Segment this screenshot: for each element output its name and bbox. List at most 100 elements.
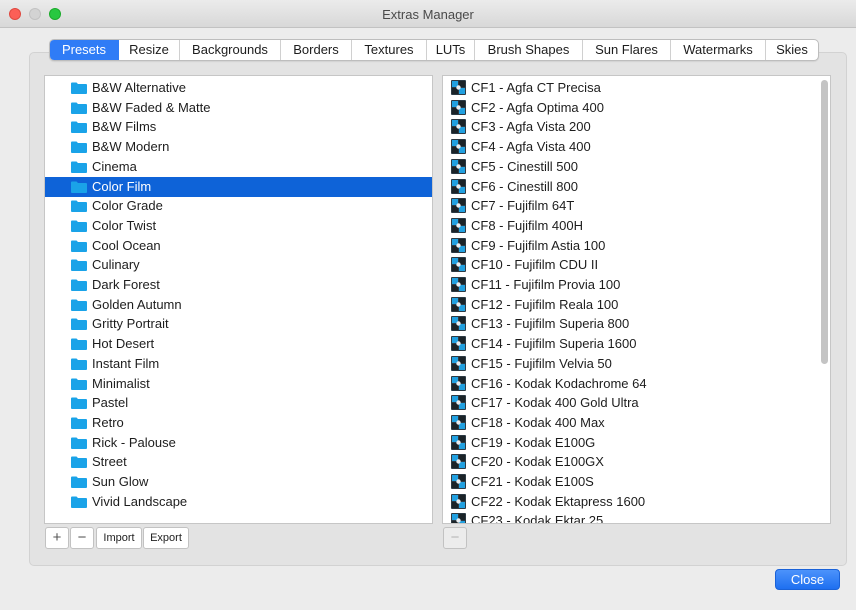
folder-icon [71,220,87,232]
preset-item[interactable]: CF21 - Kodak E100S [443,472,830,492]
folder-icon [71,240,87,252]
add-category-button[interactable]: + [45,527,69,549]
folder-icon [71,456,87,469]
preset-label: CF2 - Agfa Optima 400 [471,99,604,115]
window-title: Extras Manager [382,7,474,22]
preset-item[interactable]: CF2 - Agfa Optima 400 [443,98,830,118]
preset-item[interactable]: CF5 - Cinestill 500 [443,157,830,177]
category-item[interactable]: Golden Autumn [45,295,432,315]
preset-label: CF16 - Kodak Kodachrome 64 [471,375,647,391]
category-item[interactable]: Rick - Palouse [45,433,432,453]
category-item[interactable]: Culinary [45,255,432,275]
category-item[interactable]: Sun Glow [45,472,432,492]
category-item[interactable]: Color Film [45,176,432,197]
preset-item[interactable]: CF15 - Fujifilm Velvia 50 [443,354,830,374]
category-label: Instant Film [92,355,160,371]
import-button[interactable]: Import [96,527,142,549]
preset-item[interactable]: CF12 - Fujifilm Reala 100 [443,295,830,315]
preset-item[interactable]: CF1 - Agfa CT Precisa [443,78,830,98]
preset-item[interactable]: CF9 - Fujifilm Astia 100 [443,236,830,256]
tab-resize[interactable]: Resize [119,40,180,60]
category-item[interactable]: Gritty Portrait [45,314,432,334]
preset-item[interactable]: CF14 - Fujifilm Superia 1600 [443,334,830,354]
category-item[interactable]: Vivid Landscape [45,492,432,512]
preset-label: CF14 - Fujifilm Superia 1600 [471,336,637,352]
preset-list-scrollbar[interactable] [820,80,828,520]
preset-item[interactable]: CF20 - Kodak E100GX [443,452,830,472]
preset-label: CF17 - Kodak 400 Gold Ultra [471,395,639,411]
preset-file-icon [451,434,466,450]
tab-brush-shapes[interactable]: Brush Shapes [475,40,583,60]
category-label: Rick - Palouse [92,434,176,450]
tab-bar: Presets Resize Backgrounds Borders Textu… [49,39,819,61]
tab-textures[interactable]: Textures [352,40,427,60]
folder-icon [71,378,87,390]
preset-file-icon [451,336,466,352]
preset-list[interactable]: CF1 - Agfa CT Precisa CF2 - Agfa Optima 4… [442,75,831,524]
category-item[interactable]: B&W Films [45,117,432,137]
scrollbar-thumb[interactable] [821,80,828,364]
category-item[interactable]: Street [45,452,432,472]
tab-skies[interactable]: Skies [766,40,818,60]
category-label: B&W Films [92,119,157,135]
category-item[interactable]: Minimalist [45,374,432,394]
preset-item[interactable]: CF3 - Agfa Vista 200 [443,117,830,137]
category-item[interactable]: Color Twist [45,216,432,236]
preset-file-icon [451,198,466,214]
remove-category-button[interactable]: − [70,527,94,549]
category-item[interactable]: B&W Faded & Matte [45,98,432,118]
category-label: Cinema [92,158,137,174]
folder-icon [71,82,87,94]
preset-label: CF19 - Kodak E100G [471,434,596,450]
tab-backgrounds[interactable]: Backgrounds [180,40,281,60]
tab-presets[interactable]: Presets [50,40,119,60]
category-item[interactable]: Hot Desert [45,334,432,354]
preset-item[interactable]: CF4 - Agfa Vista 400 [443,137,830,157]
preset-file-icon [451,454,466,470]
preset-item[interactable]: CF11 - Fujifilm Provia 100 [443,275,830,295]
export-button[interactable]: Export [143,527,189,549]
category-item[interactable]: Cinema [45,157,432,177]
category-item[interactable]: Retro [45,413,432,433]
category-item[interactable]: B&W Alternative [45,78,432,98]
category-list[interactable]: B&W Alternative B&W Faded & Matte B&W Film… [44,75,433,524]
preset-file-icon [451,178,466,194]
preset-file-icon [451,355,466,371]
category-item[interactable]: Color Grade [45,196,432,216]
category-label: Color Film [92,178,152,194]
preset-item[interactable]: CF19 - Kodak E100G [443,433,830,453]
category-item[interactable]: Cool Ocean [45,236,432,256]
preset-item[interactable]: CF7 - Fujifilm 64T [443,196,830,216]
tab-luts[interactable]: LUTs [427,40,475,60]
category-label: Vivid Landscape [92,493,188,509]
remove-preset-button[interactable]: − [443,527,467,549]
tab-sun-flares[interactable]: Sun Flares [583,40,671,60]
preset-item[interactable]: CF16 - Kodak Kodachrome 64 [443,374,830,394]
tab-watermarks[interactable]: Watermarks [671,40,766,60]
category-label: Gritty Portrait [92,316,169,332]
preset-label: CF3 - Agfa Vista 200 [471,119,591,135]
preset-item[interactable]: CF13 - Fujifilm Superia 800 [443,314,830,334]
category-item[interactable]: Dark Forest [45,275,432,295]
preset-item[interactable]: CF18 - Kodak 400 Max [443,413,830,433]
preset-file-icon [451,493,466,509]
category-item[interactable]: B&W Modern [45,137,432,157]
preset-file-icon [451,277,466,292]
preset-item[interactable]: CF8 - Fujifilm 400H [443,216,830,236]
category-item[interactable]: Pastel [45,393,432,413]
preset-item[interactable]: CF17 - Kodak 400 Gold Ultra [443,393,830,413]
preset-file-icon [451,414,466,430]
preset-item[interactable]: CF6 - Cinestill 800 [443,177,830,197]
preset-label: CF5 - Cinestill 500 [471,158,578,174]
preset-item[interactable]: CF23 - Kodak Ektar 25 [443,511,830,523]
category-label: Culinary [92,257,140,273]
folder-icon [71,358,87,370]
tab-borders[interactable]: Borders [281,40,352,60]
category-item[interactable]: Instant Film [45,354,432,374]
preset-item[interactable]: CF10 - Fujifilm CDU II [443,255,830,275]
folder-icon [71,476,87,488]
preset-item[interactable]: CF22 - Kodak Ektapress 1600 [443,492,830,512]
preset-file-icon [451,395,466,411]
folder-icon [71,181,87,193]
close-button[interactable]: Close [775,569,840,590]
